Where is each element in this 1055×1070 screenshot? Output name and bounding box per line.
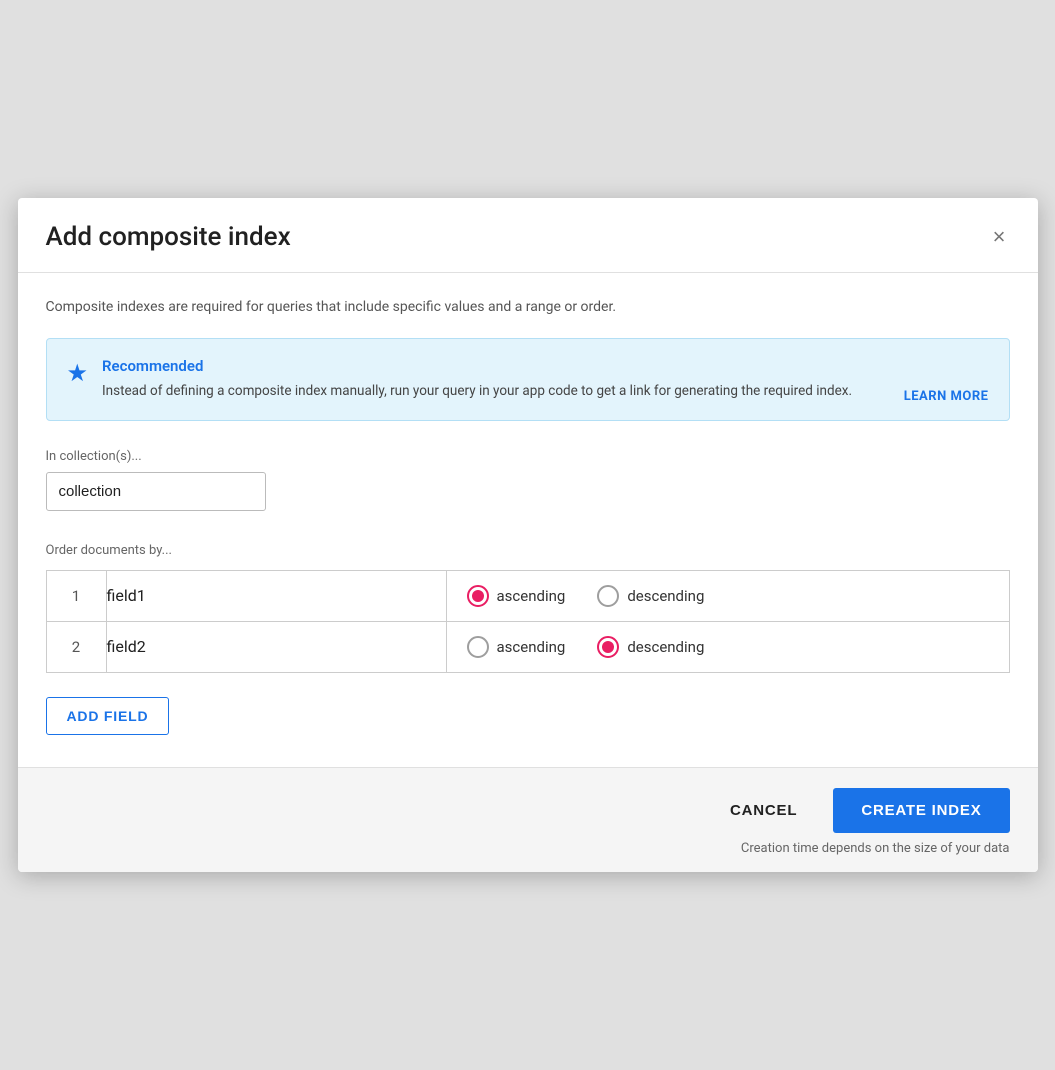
ascending-radio-inner-1 [472,590,484,602]
recommendation-box: ★ Recommended Instead of defining a comp… [46,338,1010,420]
row-number: 1 [46,570,106,621]
ascending-option-2[interactable]: ascending [467,636,566,658]
descending-radio-1[interactable] [597,585,619,607]
row-number: 2 [46,621,106,672]
collection-input[interactable] [46,472,266,511]
ascending-radio-2[interactable] [467,636,489,658]
close-button[interactable]: × [989,222,1010,252]
create-index-button[interactable]: CREATE INDEX [833,788,1009,833]
descending-label-2: descending [627,638,704,656]
radio-options: ascending descending [447,571,1009,621]
recommendation-text: Instead of defining a composite index ma… [102,381,988,401]
ascending-option-1[interactable]: ascending [467,585,566,607]
descending-radio-2[interactable] [597,636,619,658]
learn-more-link[interactable]: LEARN MORE [904,389,989,404]
collection-label: In collection(s)... [46,449,1010,464]
table-row: 1 field1 ascending [46,570,1009,621]
order-label: Order documents by... [46,543,1010,558]
table-row: 2 field2 ascending [46,621,1009,672]
collection-section: In collection(s)... [46,449,1010,543]
recommendation-content: Recommended Instead of defining a compos… [102,357,988,401]
dialog-footer: CANCEL CREATE INDEX Creation time depend… [18,767,1038,872]
star-icon: ★ [67,359,89,387]
ascending-label-2: ascending [497,638,566,656]
radio-cell: ascending descending [446,570,1009,621]
add-composite-index-dialog: Add composite index × Composite indexes … [18,198,1038,871]
add-field-button[interactable]: ADD FIELD [46,697,170,735]
description-text: Composite indexes are required for queri… [46,297,1010,318]
dialog-title: Add composite index [46,222,291,252]
descending-option-1[interactable]: descending [597,585,704,607]
dialog-header: Add composite index × [18,198,1038,273]
ascending-label-1: ascending [497,587,566,605]
radio-options: ascending descending [447,622,1009,672]
order-section: Order documents by... 1 field1 [46,543,1010,743]
fields-table: 1 field1 ascending [46,570,1010,673]
descending-label-1: descending [627,587,704,605]
radio-cell: ascending descending [446,621,1009,672]
descending-option-2[interactable]: descending [597,636,704,658]
footer-note: Creation time depends on the size of you… [741,841,1010,856]
cancel-button[interactable]: CANCEL [702,788,825,833]
dialog-body: Composite indexes are required for queri… [18,273,1038,766]
field-name: field2 [106,621,446,672]
descending-radio-inner-2 [602,641,614,653]
recommendation-title: Recommended [102,357,988,375]
footer-buttons: CANCEL CREATE INDEX [702,788,1009,833]
ascending-radio-1[interactable] [467,585,489,607]
field-name: field1 [106,570,446,621]
